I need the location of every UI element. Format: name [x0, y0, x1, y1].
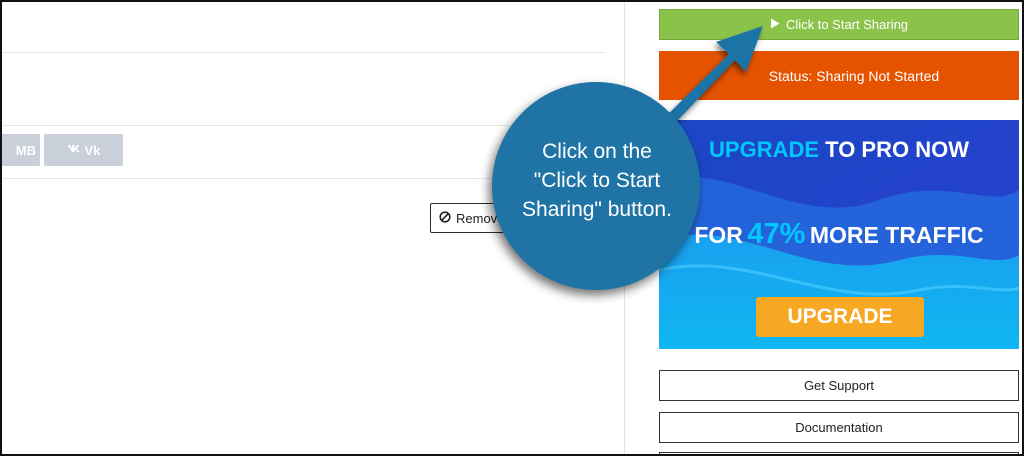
- callout-line: Sharing" button.: [522, 198, 672, 221]
- callout-line: Click on the: [542, 140, 652, 163]
- callout-line: "Click to Start: [533, 169, 661, 192]
- callout-text: Click on the "Click to Start Sharing" bu…: [502, 137, 692, 224]
- app-frame: MB Vk Remove Click to Start Sharing Stat…: [0, 0, 1024, 456]
